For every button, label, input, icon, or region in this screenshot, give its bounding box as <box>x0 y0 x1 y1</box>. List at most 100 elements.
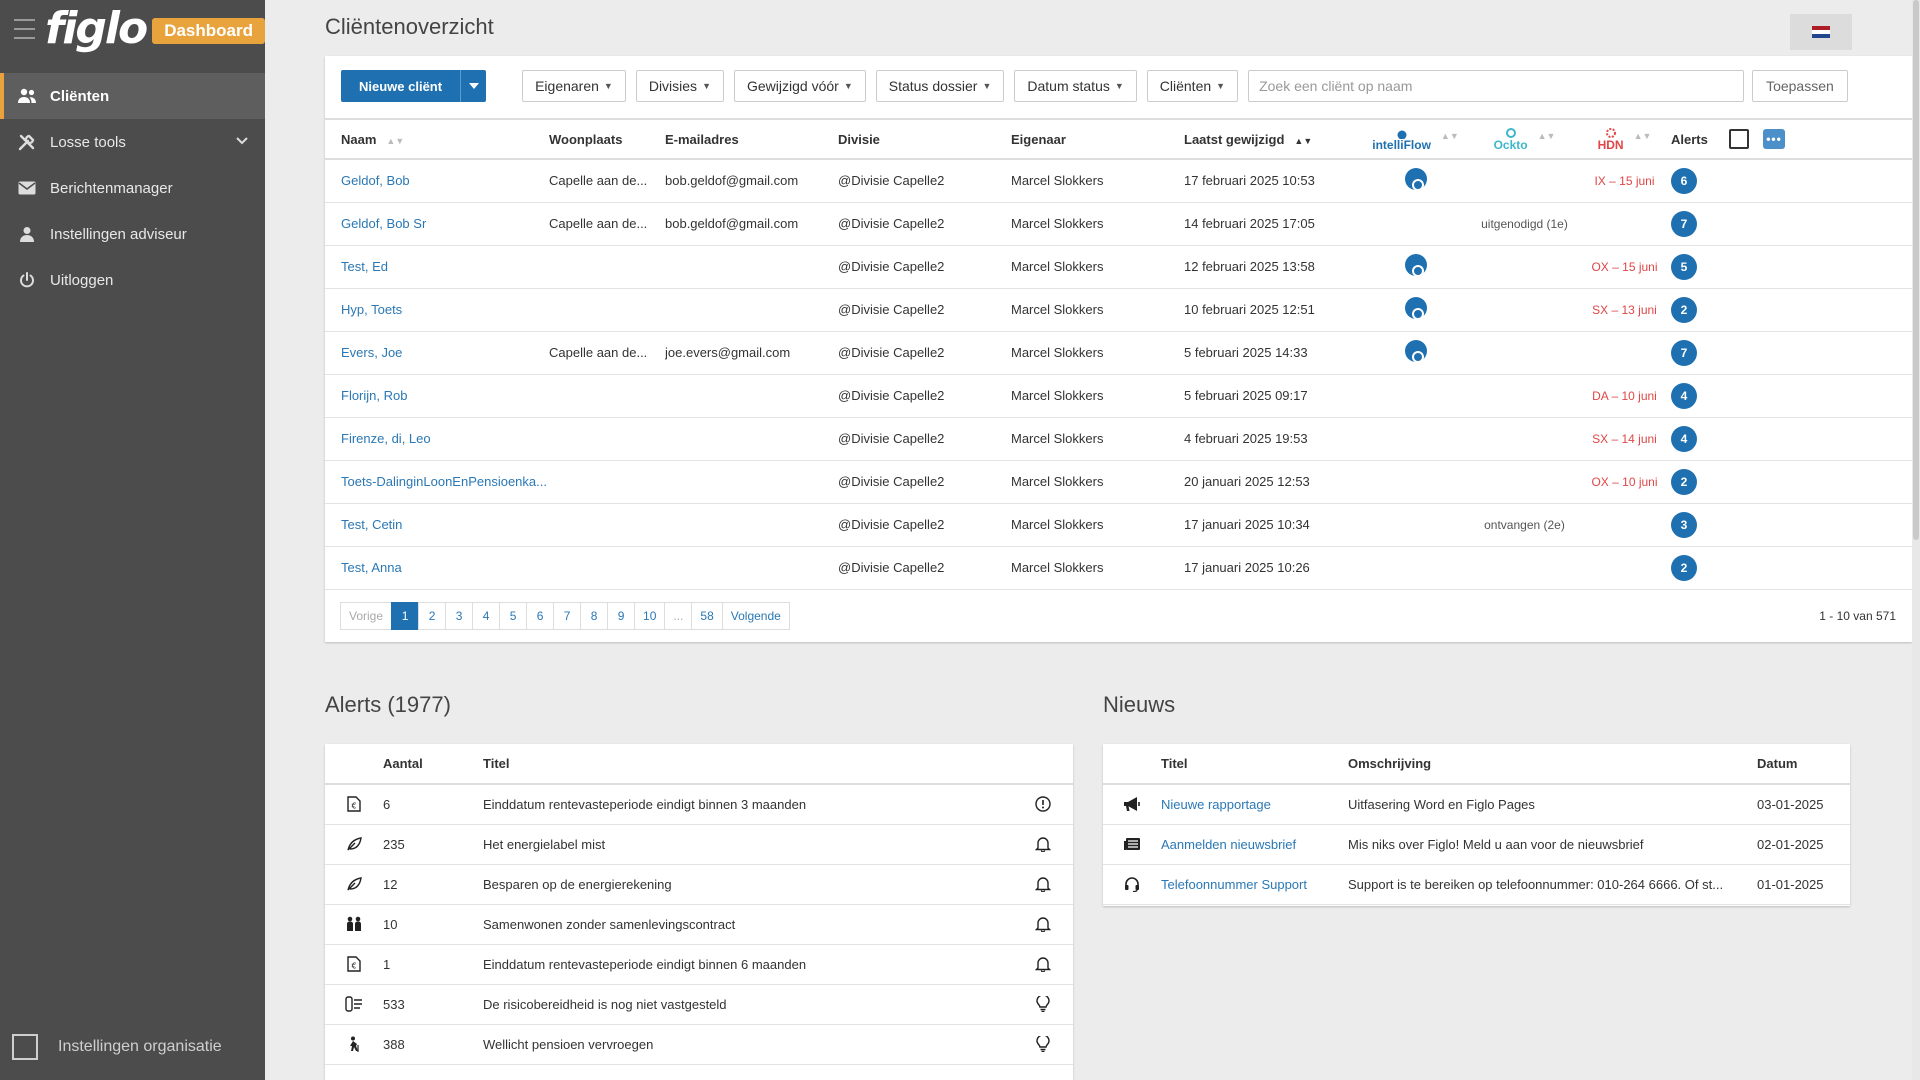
pagination-page[interactable]: 10 <box>634 602 666 630</box>
chevron-down-icon[interactable] <box>235 133 249 151</box>
sort-icon[interactable]: ▲▼ <box>1441 131 1459 141</box>
client-name-cell[interactable]: Geldof, Bob Sr <box>325 202 549 246</box>
pagination-page[interactable]: 1 <box>391 602 420 630</box>
client-name-cell[interactable]: Florijn, Rob <box>325 374 549 418</box>
sort-icon[interactable]: ▲▼ <box>1538 131 1556 141</box>
news-title-link[interactable]: Telefoonnummer Support <box>1161 877 1307 892</box>
pagination-page[interactable]: 9 <box>607 602 636 630</box>
col-hdn[interactable]: HDN ▲▼ <box>1578 118 1671 160</box>
new-client-button[interactable]: Nieuwe cliënt <box>341 70 487 102</box>
table-row[interactable]: Test, Ed @Divisie Capelle2 Marcel Slokkers… <box>325 245 1912 289</box>
alert-row[interactable]: 388 Wellicht pensioen vervroegen <box>325 1024 1073 1065</box>
pagination-page[interactable]: 3 <box>445 602 474 630</box>
filter-eigenaren[interactable]: Eigenaren ▼ <box>522 70 626 102</box>
exclamation-circle-icon[interactable] <box>1013 796 1073 812</box>
client-name-link[interactable]: Test, Ed <box>341 259 388 274</box>
news-title-link[interactable]: Nieuwe rapportage <box>1161 797 1271 812</box>
client-name-link[interactable]: Toets-DalinginLoonEnPensioenka... <box>341 474 547 489</box>
sidebar-item-instellingen-adviseur[interactable]: Instellingen adviseur <box>0 211 265 257</box>
pagination-page[interactable]: 2 <box>418 602 447 630</box>
pagination-page[interactable]: 4 <box>472 602 501 630</box>
alerts-count-badge[interactable]: 7 <box>1671 210 1697 237</box>
alerts-count-badge[interactable]: 6 <box>1671 167 1697 194</box>
alerts-count-badge[interactable]: 5 <box>1671 253 1697 280</box>
news-title-link[interactable]: Aanmelden nieuwsbrief <box>1161 837 1296 852</box>
col-ockto[interactable]: Ockto ▲▼ <box>1471 118 1578 160</box>
sidebar-item-clienten[interactable]: Cliënten <box>0 73 265 119</box>
search-input[interactable] <box>1248 70 1745 102</box>
pagination-page[interactable]: 6 <box>526 602 555 630</box>
client-name-link[interactable]: Test, Anna <box>341 560 402 575</box>
col-intelliflow[interactable]: intelliFlow ▲▼ <box>1360 118 1471 160</box>
filter-clienten[interactable]: Cliënten ▼ <box>1146 70 1239 102</box>
intelliflow-status-icon[interactable] <box>1404 340 1427 363</box>
sidebar-item-uitloggen[interactable]: Uitloggen <box>0 257 265 303</box>
table-row[interactable]: Firenze, di, Leo @Divisie Capelle2 Marcel … <box>325 417 1912 461</box>
table-row[interactable]: Test, Anna @Divisie Capelle2 Marcel Slokke… <box>325 546 1912 590</box>
client-name-cell[interactable]: Test, Cetin <box>325 503 549 547</box>
filter-datum-status[interactable]: Datum status ▼ <box>1014 70 1137 102</box>
language-button[interactable] <box>1790 14 1852 50</box>
col-naam[interactable]: Naam ▲▼ <box>325 118 549 160</box>
sidebar-item-berichtenmanager[interactable]: Berichtenmanager <box>0 165 265 211</box>
client-name-cell[interactable]: Toets-DalinginLoonEnPensioenka... <box>325 460 549 504</box>
client-name-cell[interactable]: Test, Ed <box>325 245 549 289</box>
sort-icon[interactable]: ▲▼ <box>1634 131 1652 141</box>
pagination-page[interactable]: 8 <box>580 602 609 630</box>
intelliflow-status-icon[interactable] <box>1404 254 1427 277</box>
client-name-link[interactable]: Geldof, Bob <box>341 173 410 188</box>
news-title-cell[interactable]: Nieuwe rapportage <box>1161 784 1348 825</box>
apply-button[interactable]: Toepassen <box>1752 70 1848 102</box>
news-title-cell[interactable]: Aanmelden nieuwsbrief <box>1161 824 1348 865</box>
table-row[interactable]: Geldof, Bob Capelle aan de... bob.geldof@g… <box>325 159 1912 203</box>
client-name-cell[interactable]: Test, Anna <box>325 546 549 590</box>
bell-icon[interactable] <box>1013 876 1073 892</box>
client-name-link[interactable]: Firenze, di, Leo <box>341 431 431 446</box>
alert-row[interactable]: 235 Het energielabel mist <box>325 824 1073 865</box>
col-laatst-gewijzigd[interactable]: Laatst gewijzigd ▲▼ <box>1184 118 1360 160</box>
client-name-link[interactable]: Hyp, Toets <box>341 302 402 317</box>
alert-row[interactable]: 12 Besparen op de energierekening <box>325 864 1073 905</box>
news-row[interactable]: Nieuwe rapportage Uitfasering Word en Fig… <box>1103 784 1850 825</box>
select-all-checkbox[interactable] <box>1729 129 1749 149</box>
alert-row[interactable]: 10 Samenwonen zonder samenlevingscontract <box>325 904 1073 945</box>
news-title-cell[interactable]: Telefoonnummer Support <box>1161 864 1348 905</box>
alerts-count-badge[interactable]: 2 <box>1671 296 1697 323</box>
page-scrollbar[interactable] <box>1912 0 1920 1080</box>
sort-icon[interactable]: ▲▼ <box>386 136 404 146</box>
alerts-count-badge[interactable]: 3 <box>1671 511 1697 538</box>
figlo-logo[interactable]: figlo <box>45 7 148 51</box>
organisation-settings-checkbox-icon[interactable] <box>12 1034 38 1060</box>
client-name-link[interactable]: Test, Cetin <box>341 517 402 532</box>
alerts-count-badge[interactable]: 2 <box>1671 554 1697 581</box>
table-row[interactable]: Evers, Joe Capelle aan de... joe.evers@gma… <box>325 331 1912 375</box>
more-actions-button[interactable]: ••• <box>1763 129 1785 149</box>
sidebar-item-losse-tools[interactable]: Losse tools <box>0 119 265 165</box>
filter-gewijzigd-voor[interactable]: Gewijzigd vóór ▼ <box>733 70 866 102</box>
table-row[interactable]: Hyp, Toets @Divisie Capelle2 Marcel Slokke… <box>325 288 1912 332</box>
bell-icon[interactable] <box>1013 916 1073 932</box>
alert-row[interactable]: 533 De risicobereidheid is nog niet vastg… <box>325 984 1073 1025</box>
table-row[interactable]: Toets-DalinginLoonEnPensioenka... @Divisi… <box>325 460 1912 504</box>
table-row[interactable]: Geldof, Bob Sr Capelle aan de... bob.geldo… <box>325 202 1912 246</box>
client-name-cell[interactable]: Hyp, Toets <box>325 288 549 332</box>
alerts-count-badge[interactable]: 7 <box>1671 339 1697 366</box>
bell-icon[interactable] <box>1013 836 1073 852</box>
pagination-next[interactable]: Volgende <box>721 602 790 630</box>
lightbulb-icon[interactable] <box>1013 996 1073 1012</box>
news-row[interactable]: Aanmelden nieuwsbrief Mis niks over Figlo… <box>1103 824 1850 865</box>
sort-desc-icon[interactable]: ▲▼ <box>1294 136 1312 146</box>
news-row[interactable]: Telefoonnummer Support Support is te bere… <box>1103 864 1850 905</box>
scrollbar-thumb[interactable] <box>1913 0 1919 540</box>
client-name-cell[interactable]: Firenze, di, Leo <box>325 417 549 461</box>
table-row[interactable]: Test, Cetin @Divisie Capelle2 Marcel Slokk… <box>325 503 1912 547</box>
pagination-page[interactable]: 5 <box>499 602 528 630</box>
instellingen-organisatie[interactable]: Instellingen organisatie <box>12 1034 222 1060</box>
lightbulb-icon[interactable] <box>1013 1036 1073 1052</box>
bell-icon[interactable] <box>1013 956 1073 972</box>
alert-row[interactable]: €1 Einddatum rentevasteperiode eindigt bi… <box>325 944 1073 985</box>
filter-status-dossier[interactable]: Status dossier ▼ <box>875 70 1005 102</box>
hamburger-menu-icon[interactable] <box>14 19 36 39</box>
alert-row[interactable]: €6 Einddatum rentevasteperiode eindigt bi… <box>325 784 1073 825</box>
client-name-link[interactable]: Geldof, Bob Sr <box>341 216 426 231</box>
